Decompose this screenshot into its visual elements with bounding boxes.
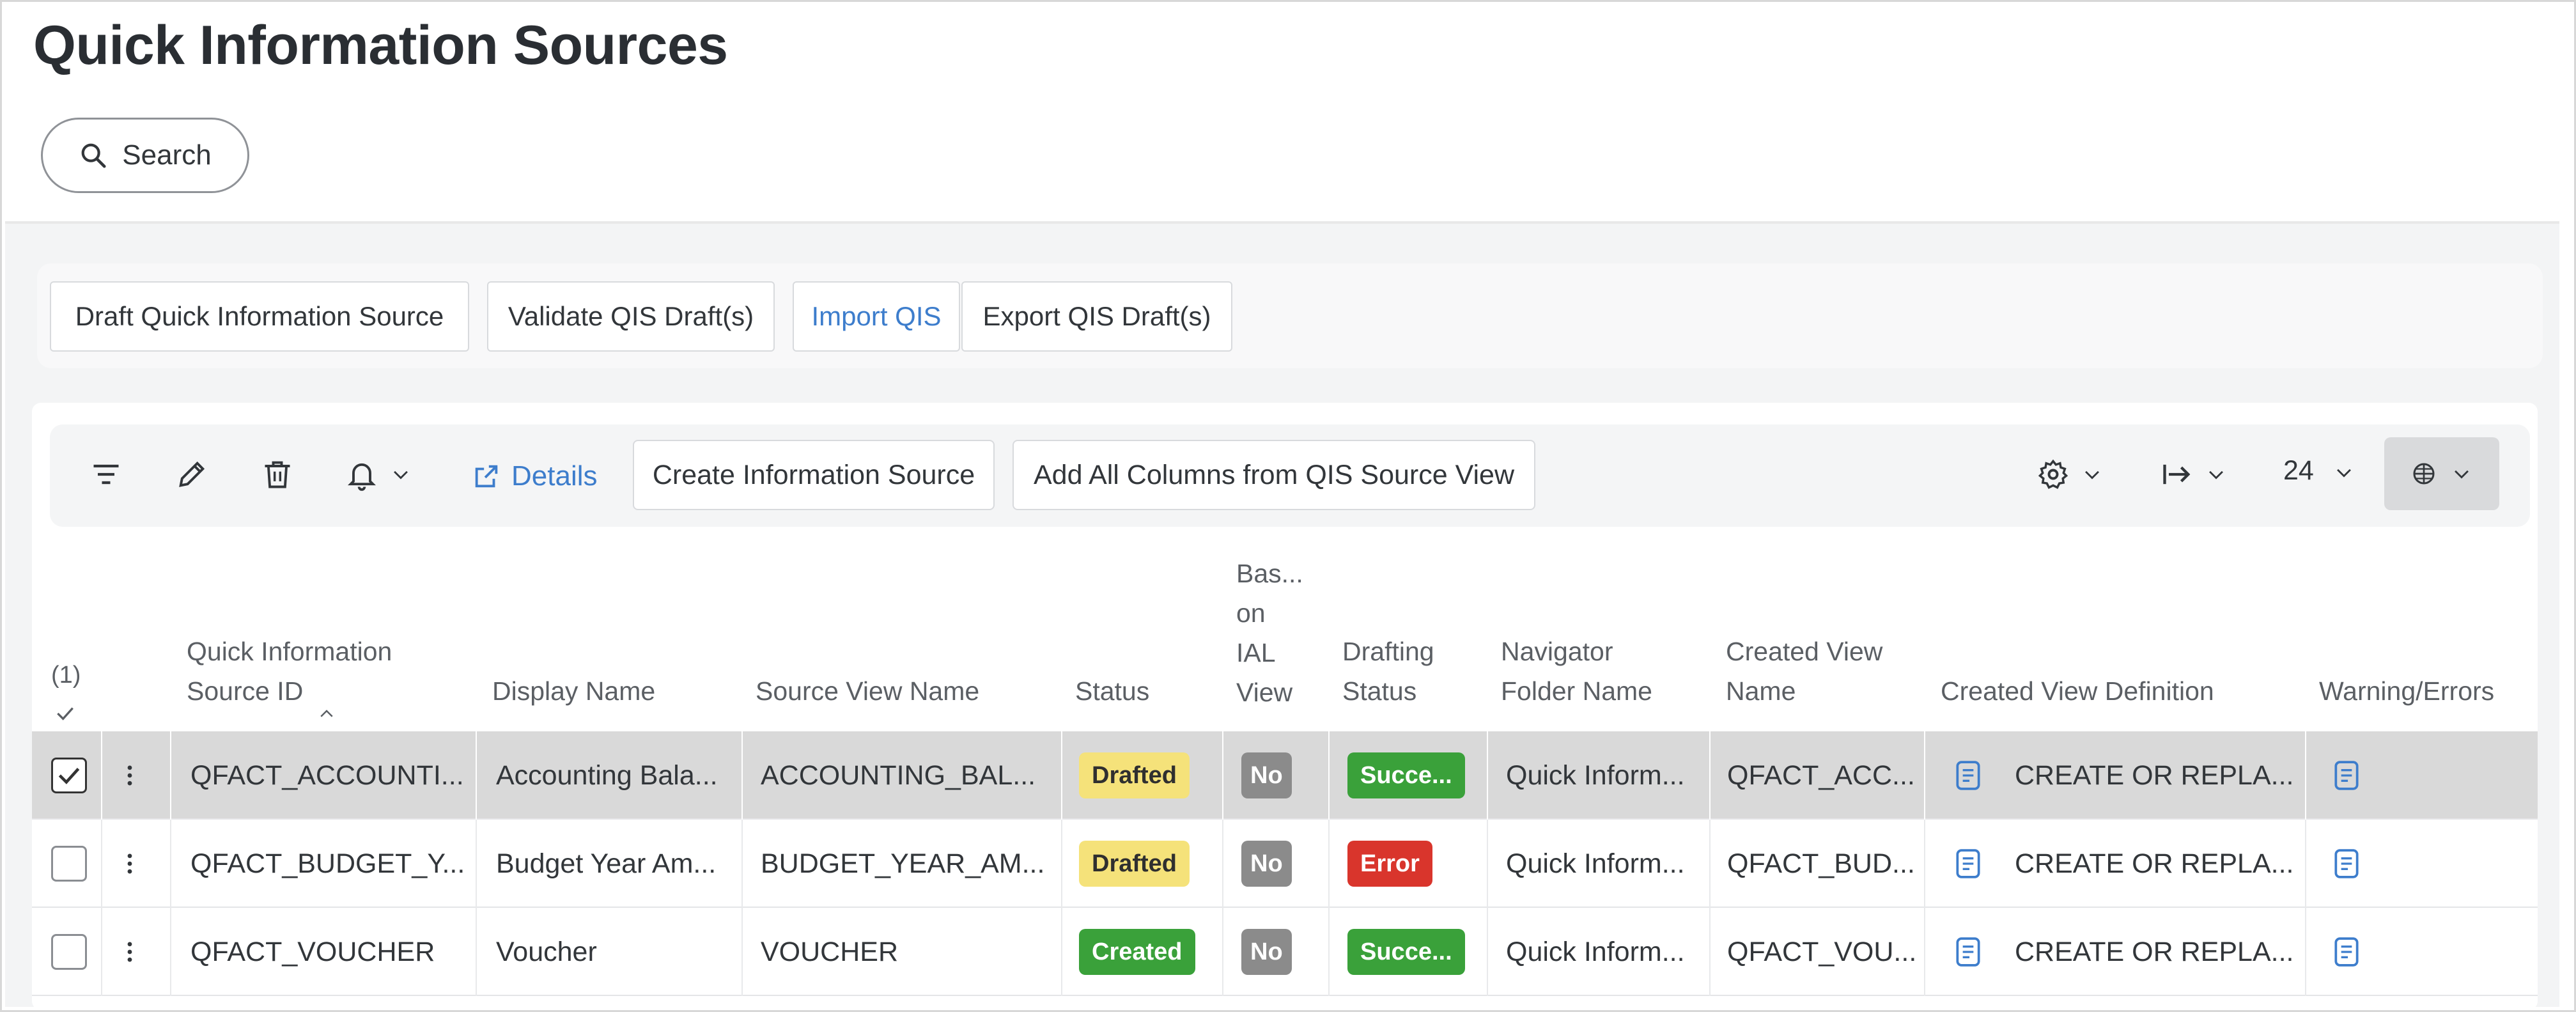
cell-display-name: Accounting Bala... — [496, 759, 718, 791]
edit-icon[interactable] — [175, 458, 208, 491]
row-checkbox[interactable] — [51, 846, 87, 882]
arrow-right-to-line-icon — [2163, 464, 2191, 485]
cell-created-view-definition: CREATE OR REPLA... — [2015, 848, 2294, 879]
create-information-source-button[interactable]: Create Information Source — [633, 440, 995, 510]
drafting-status-badge: Succe... — [1347, 752, 1465, 798]
ial-view-badge: No — [1241, 752, 1292, 798]
row-actions-icon[interactable] — [127, 853, 133, 875]
chevron-down-icon — [2209, 471, 2223, 479]
cell-navigator-folder: Quick Inform... — [1506, 936, 1685, 967]
settings-menu[interactable] — [2037, 458, 2103, 491]
details-link[interactable]: Details — [472, 455, 598, 497]
column-width-menu[interactable] — [2161, 458, 2227, 491]
search-button[interactable]: Search — [41, 118, 249, 193]
column-header-based-on-ial-view[interactable]: Bas... on IAL View — [1236, 554, 1303, 712]
selection-count: (1) — [51, 662, 81, 689]
draft-qis-button[interactable]: Draft Quick Information Source — [50, 281, 469, 352]
view-definition-icon[interactable] — [1955, 848, 1982, 880]
bell-icon — [347, 463, 376, 491]
cell-created-view-name: QFACT_ACC... — [1727, 759, 1915, 791]
drafting-status-badge: Error — [1347, 841, 1432, 887]
add-all-columns-button[interactable]: Add All Columns from QIS Source View — [1013, 440, 1535, 510]
ial-view-badge: No — [1241, 929, 1292, 975]
column-header-source-view-name[interactable]: Source View Name — [756, 671, 979, 711]
column-header-warnings-errors[interactable]: Warning/Errors — [2319, 671, 2494, 711]
sort-ascending-icon — [320, 710, 333, 717]
view-mode-button[interactable] — [2384, 437, 2499, 510]
page-header: Quick Information Sources Search — [5, 5, 2559, 224]
delete-icon[interactable] — [261, 458, 294, 491]
view-definition-icon[interactable] — [1955, 936, 1982, 968]
external-link-icon — [475, 465, 498, 488]
validate-qis-drafts-button[interactable]: Validate QIS Draft(s) — [487, 281, 775, 352]
chevron-down-icon — [394, 471, 408, 479]
rows-per-page-chevron[interactable] — [2333, 462, 2355, 483]
details-label: Details — [511, 460, 598, 492]
import-qis-button[interactable]: Import QIS — [793, 281, 960, 352]
drafting-status-badge: Succe... — [1347, 929, 1465, 975]
cell-source-view-name: ACCOUNTING_BAL... — [761, 759, 1036, 791]
column-header-created-view-definition[interactable]: Created View Definition — [1941, 671, 2214, 711]
column-header-created-view-name[interactable]: Created View Name — [1726, 632, 1882, 711]
warnings-icon[interactable] — [2333, 759, 2360, 791]
column-header-drafting-status[interactable]: Drafting Status — [1342, 632, 1434, 711]
export-qis-drafts-button[interactable]: Export QIS Draft(s) — [961, 281, 1232, 352]
warnings-icon[interactable] — [2333, 848, 2360, 880]
row-checkbox[interactable] — [51, 758, 87, 793]
row-checkbox[interactable] — [51, 934, 87, 970]
cell-qis-id: QFACT_BUDGET_Y... — [190, 848, 465, 879]
cell-display-name: Budget Year Am... — [496, 848, 717, 879]
table-row[interactable]: QFACT_BUDGET_Y... Budget Year Am... BUDG… — [32, 820, 2538, 908]
filter-icon[interactable] — [89, 458, 123, 491]
row-actions-icon[interactable] — [127, 765, 133, 786]
ial-view-badge: No — [1241, 841, 1292, 887]
page-title: Quick Information Sources — [33, 15, 728, 76]
column-header-display-name[interactable]: Display Name — [492, 671, 655, 711]
table-row[interactable]: QFACT_ACCOUNTI... Accounting Bala... ACC… — [32, 731, 2538, 820]
table-grid-icon — [2413, 463, 2435, 485]
chevron-down-icon — [2085, 471, 2099, 479]
gear-icon — [2038, 459, 2068, 489]
column-header-navigator-folder[interactable]: Navigator Folder Name — [1501, 632, 1652, 711]
select-all-check-icon[interactable] — [52, 701, 78, 726]
status-badge: Drafted — [1079, 841, 1190, 887]
row-actions-icon[interactable] — [127, 941, 133, 963]
rows-per-page-value[interactable]: 24 — [2283, 455, 2314, 487]
status-badge: Created — [1079, 929, 1195, 975]
column-header-status[interactable]: Status — [1075, 671, 1149, 711]
cell-created-view-name: QFACT_VOU... — [1727, 936, 1917, 967]
chevron-down-icon — [2455, 470, 2469, 479]
chevron-down-icon — [2337, 469, 2351, 478]
column-header-qis-id[interactable]: Quick Information Source ID — [187, 632, 392, 711]
view-definition-icon[interactable] — [1955, 759, 1982, 791]
warnings-icon[interactable] — [2333, 936, 2360, 968]
status-badge: Drafted — [1079, 752, 1190, 798]
cell-created-view-definition: CREATE OR REPLA... — [2015, 936, 2294, 967]
cell-navigator-folder: Quick Inform... — [1506, 759, 1685, 791]
cell-created-view-name: QFACT_BUD... — [1727, 848, 1915, 879]
cell-qis-id: QFACT_ACCOUNTI... — [190, 759, 464, 791]
cell-source-view-name: VOUCHER — [761, 936, 899, 967]
checkmark-icon — [58, 768, 80, 784]
notification-menu[interactable] — [345, 458, 412, 491]
cell-display-name: Voucher — [496, 936, 597, 967]
cell-source-view-name: BUDGET_YEAR_AM... — [761, 848, 1045, 879]
cell-navigator-folder: Quick Inform... — [1506, 848, 1685, 879]
search-icon — [81, 143, 106, 168]
cell-qis-id: QFACT_VOUCHER — [190, 936, 435, 967]
table-row[interactable]: QFACT_VOUCHER Voucher VOUCHER Created No… — [32, 908, 2538, 996]
search-button-label: Search — [122, 139, 212, 171]
cell-created-view-definition: CREATE OR REPLA... — [2015, 759, 2294, 791]
